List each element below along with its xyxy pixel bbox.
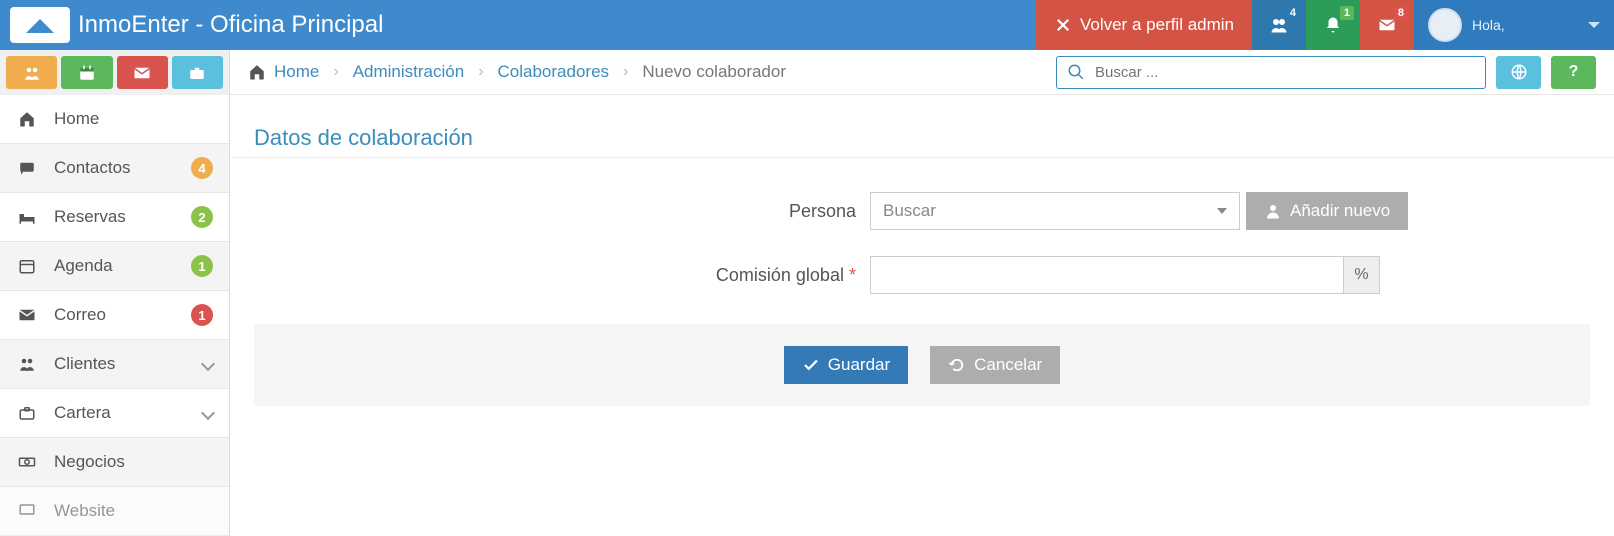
add-new-button[interactable]: Añadir nuevo	[1246, 192, 1408, 230]
sidebar-item-label: Cartera	[54, 403, 187, 423]
quick-cartera-button[interactable]	[172, 56, 223, 89]
globe-icon	[1510, 63, 1528, 81]
mail-badge: 8	[1394, 6, 1408, 20]
sidebar-item-label: Agenda	[54, 256, 175, 276]
group-notifications-button[interactable]: 4	[1252, 0, 1306, 50]
sidebar-item-contactos[interactable]: Contactos 4	[0, 144, 229, 193]
back-to-admin-button[interactable]: Volver a perfil admin	[1036, 0, 1252, 50]
sidebar-item-negocios[interactable]: Negocios	[0, 438, 229, 487]
quick-actions-bar	[0, 50, 230, 95]
bed-icon	[16, 208, 38, 226]
sidebar-item-label: Clientes	[54, 354, 187, 374]
breadcrumb-admin[interactable]: Administración	[353, 62, 465, 82]
quick-clients-button[interactable]	[6, 56, 57, 89]
section-title: Datos de colaboración	[254, 125, 1614, 151]
persona-select[interactable]: Buscar	[870, 192, 1240, 230]
form-actions: Guardar Cancelar	[254, 324, 1590, 406]
search-icon	[1067, 63, 1085, 81]
chevron-down-icon	[201, 406, 215, 420]
logo-image	[10, 7, 70, 43]
money-icon	[16, 453, 38, 471]
group-icon	[23, 64, 41, 82]
cancel-button[interactable]: Cancelar	[930, 346, 1060, 384]
sidebar-item-label: Contactos	[54, 158, 175, 178]
sidebar: Home Contactos 4 Reservas 2 Agenda 1 Cor…	[0, 95, 230, 536]
briefcase-icon	[188, 64, 206, 82]
undo-icon	[948, 356, 966, 374]
sidebar-badge: 4	[191, 157, 213, 179]
calendar-icon	[16, 257, 38, 275]
percent-addon: %	[1344, 256, 1380, 294]
breadcrumb: Home › Administración › Colaboradores › …	[230, 50, 1614, 95]
breadcrumb-sep: ›	[623, 63, 628, 81]
save-button[interactable]: Guardar	[784, 346, 908, 384]
home-icon	[248, 63, 266, 81]
main-content: Datos de colaboración Persona Buscar Aña…	[230, 95, 1614, 536]
comision-label: Comisión global *	[230, 265, 870, 286]
avatar	[1428, 8, 1462, 42]
calendar-icon	[78, 64, 96, 82]
app-title: InmoEnter - Oficina Principal	[78, 11, 383, 39]
close-icon	[1054, 16, 1072, 34]
breadcrumb-collab[interactable]: Colaboradores	[498, 62, 610, 82]
comision-input[interactable]	[870, 256, 1344, 294]
chevron-down-icon	[201, 357, 215, 371]
global-search[interactable]	[1056, 56, 1486, 89]
sidebar-item-cartera[interactable]: Cartera	[0, 389, 229, 438]
sidebar-item-clientes[interactable]: Clientes	[0, 340, 229, 389]
sidebar-badge: 1	[191, 255, 213, 277]
home-icon	[16, 110, 38, 128]
mail-icon	[16, 306, 38, 324]
group-badge: 4	[1286, 6, 1300, 20]
alerts-button[interactable]: 1	[1306, 0, 1360, 50]
back-to-admin-label: Volver a perfil admin	[1080, 15, 1234, 35]
sidebar-item-label: Correo	[54, 305, 175, 325]
chat-icon	[16, 159, 38, 177]
sidebar-item-agenda[interactable]: Agenda 1	[0, 242, 229, 291]
sidebar-badge: 2	[191, 206, 213, 228]
sidebar-item-website[interactable]: Website	[0, 487, 229, 536]
user-icon	[1264, 202, 1282, 220]
chevron-down-icon	[1217, 208, 1227, 214]
sidebar-item-label: Website	[54, 501, 213, 521]
mail-button[interactable]: 8	[1360, 0, 1414, 50]
persona-placeholder: Buscar	[883, 201, 1217, 221]
breadcrumb-sep: ›	[333, 63, 338, 81]
quick-agenda-button[interactable]	[61, 56, 112, 89]
logo[interactable]: InmoEnter - Oficina Principal	[0, 0, 393, 50]
monitor-icon	[16, 502, 38, 520]
sidebar-item-home[interactable]: Home	[0, 95, 229, 144]
greeting: Hola,	[1472, 17, 1578, 33]
help-icon: ?	[1569, 63, 1579, 81]
search-input[interactable]	[1093, 63, 1475, 82]
quick-mail-button[interactable]	[117, 56, 168, 89]
sidebar-badge: 1	[191, 304, 213, 326]
sidebar-item-correo[interactable]: Correo 1	[0, 291, 229, 340]
briefcase-icon	[16, 404, 38, 422]
alerts-badge: 1	[1340, 6, 1354, 20]
check-icon	[802, 356, 820, 374]
chevron-down-icon	[1588, 22, 1600, 28]
persona-label: Persona	[230, 201, 870, 222]
group-icon	[16, 355, 38, 373]
sidebar-item-label: Negocios	[54, 452, 213, 472]
sidebar-item-label: Home	[54, 109, 213, 129]
sidebar-item-label: Reservas	[54, 207, 175, 227]
globe-button[interactable]	[1496, 56, 1541, 89]
top-nav: InmoEnter - Oficina Principal Volver a p…	[0, 0, 1614, 50]
breadcrumb-home[interactable]: Home	[248, 62, 319, 82]
user-menu[interactable]: Hola,	[1414, 0, 1614, 50]
breadcrumb-current: Nuevo colaborador	[642, 62, 786, 82]
mail-icon	[133, 64, 151, 82]
help-button[interactable]: ?	[1551, 56, 1596, 89]
sidebar-item-reservas[interactable]: Reservas 2	[0, 193, 229, 242]
breadcrumb-sep: ›	[478, 63, 483, 81]
